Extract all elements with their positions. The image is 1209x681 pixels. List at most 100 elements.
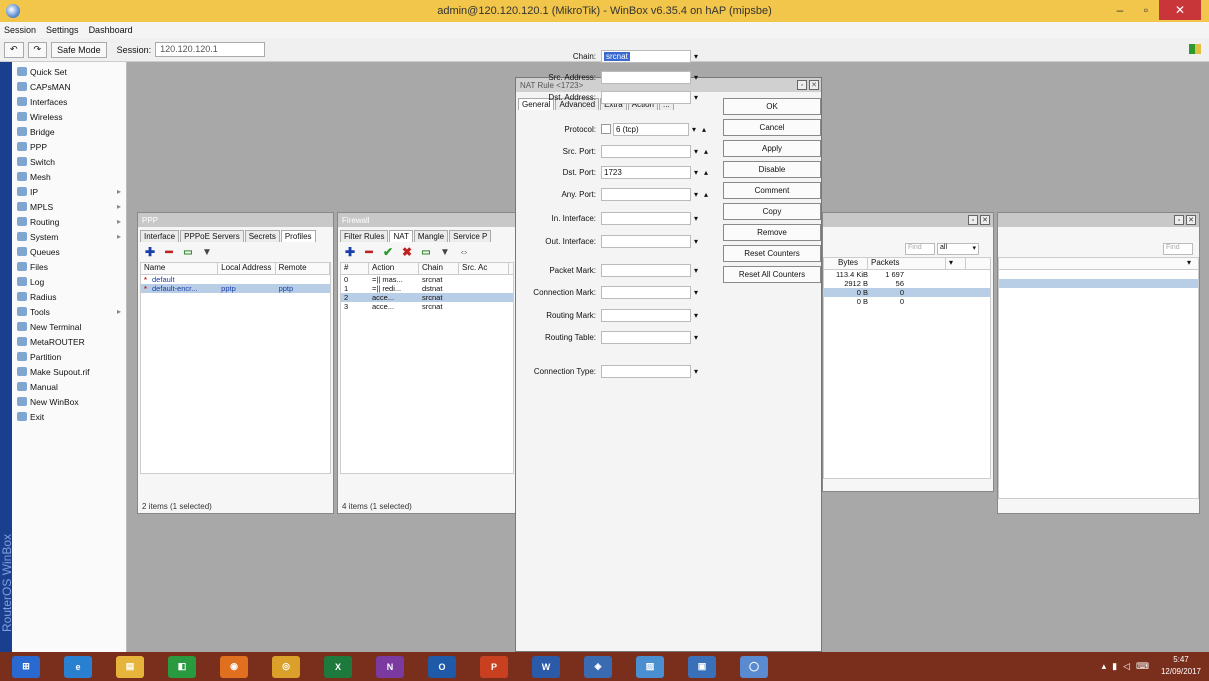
excel-icon[interactable]: X [324,655,352,678]
comment-icon[interactable]: ▭ [418,244,434,260]
table-row[interactable] [999,270,1198,279]
table-row[interactable]: 2 acce... srcnat [341,293,513,302]
filter-icon[interactable]: ▼ [199,244,215,260]
chevron-down-icon[interactable]: ▾ [691,288,701,297]
sidebar-item-queues[interactable]: Queues [12,244,126,259]
chevron-down-icon[interactable]: ▾ [691,333,701,342]
sidebar-item-mesh[interactable]: Mesh [12,169,126,184]
filter-icon[interactable]: ▼ [437,244,453,260]
menu-dashboard[interactable]: Dashboard [89,25,133,35]
chevron-down-icon[interactable]: ▾ [691,237,701,246]
chevron-down-icon[interactable]: ▾ [691,147,701,156]
any-port-field[interactable] [601,187,691,201]
reset-counters-icon[interactable]: ⇔ [456,244,472,260]
close-icon[interactable]: ✕ [980,215,990,225]
find-input[interactable]: Find [1163,243,1193,255]
sidebar-item-ip[interactable]: IP ▸ [12,184,126,199]
powerpoint-icon[interactable]: P [480,655,508,678]
tab-secrets[interactable]: Secrets [244,230,280,242]
table-row[interactable]: * default-encr... pptp pptp [141,284,330,293]
chevron-down-icon[interactable]: ▾ [691,93,701,102]
chevron-down-icon[interactable]: ▾ [691,52,701,61]
col-packets[interactable]: Packets [868,258,946,269]
remote-desktop-icon[interactable]: ▣ [688,655,716,678]
sidebar-item-tools[interactable]: Tools ▸ [12,304,126,319]
remove-button[interactable]: Remove [723,224,821,241]
col-remote[interactable]: Remote [276,263,330,274]
in-interface-field[interactable] [601,211,691,225]
table-row[interactable] [999,279,1198,288]
table-row[interactable]: 1 =|| redi... dstnat [341,284,513,293]
tab-service-ports[interactable]: Service P [449,230,492,242]
photos-icon[interactable]: ▨ [636,655,664,678]
onenote-icon[interactable]: N [376,655,404,678]
routing-table-field[interactable] [601,330,691,344]
restore-icon[interactable]: ▫ [1174,215,1184,225]
session-field[interactable]: 120.120.120.1 [155,42,266,57]
tab-mangle[interactable]: Mangle [413,230,449,242]
sidebar-item-make-supout-rif[interactable]: Make Supout.rif [12,364,126,379]
add-icon[interactable]: ✚ [142,244,158,260]
sidebar-item-bridge[interactable]: Bridge [12,124,126,139]
connection-mark-field[interactable] [601,285,691,299]
col-local-address[interactable]: Local Address [218,263,276,274]
reset-all-counters-button[interactable]: Reset All Counters [723,266,821,283]
filter-select[interactable]: all ▾ [937,243,979,255]
show-hidden-icons-icon[interactable]: ▴ [1102,661,1107,672]
tab-interface[interactable]: Interface [140,230,180,242]
comment-icon[interactable]: ▭ [180,244,196,260]
sidebar-item-ppp[interactable]: PPP [12,139,126,154]
table-row[interactable]: 0 B 0 [824,297,990,306]
tab-nat[interactable]: NAT [389,230,413,242]
sidebar-item-system[interactable]: System ▸ [12,229,126,244]
sidebar-item-mpls[interactable]: MPLS ▸ [12,199,126,214]
protocol-field[interactable]: 6 (tcp) [613,122,689,136]
restore-icon[interactable]: ▫ [797,80,807,90]
tab-profiles[interactable]: Profiles [280,230,316,242]
table-row[interactable]: 0 B 0 [824,288,990,297]
chevron-up-icon[interactable]: ▴ [699,125,709,134]
safe-mode-button[interactable]: Safe Mode [51,41,107,58]
sidebar-item-partition[interactable]: Partition [12,349,126,364]
redo-button[interactable]: ↷ [27,41,48,58]
ok-button[interactable]: OK [723,98,821,115]
sidebar-item-exit[interactable]: Exit [12,409,126,424]
minimize-button[interactable]: – [1107,0,1133,20]
column-dropdown-icon[interactable]: ▾ [1184,258,1198,269]
chevron-down-icon[interactable]: ▾ [691,214,701,223]
taskbar-clock[interactable]: 5:47 12/09/2017 [1161,654,1201,678]
table-row[interactable]: 0 =|| mas... srcnat [341,275,513,284]
close-icon[interactable]: ✕ [1186,215,1196,225]
maximize-button[interactable]: ▫ [1133,0,1159,20]
menu-settings[interactable]: Settings [46,25,79,35]
enable-icon[interactable]: ✔ [380,244,396,260]
store-icon[interactable]: ◧ [168,655,196,678]
table-row[interactable]: 2912 B 56 [824,279,990,288]
firefox-icon[interactable]: ◉ [220,655,248,678]
chevron-down-icon[interactable]: ▾ [691,311,701,320]
sidebar-item-metarouter[interactable]: MetaROUTER [12,334,126,349]
sidebar-item-interfaces[interactable]: Interfaces [12,94,126,109]
winbox-taskbar-icon[interactable]: ◯ [740,655,768,678]
add-icon[interactable]: ✚ [342,244,358,260]
chain-field[interactable]: srcnat [601,49,691,63]
sidebar-item-new-winbox[interactable]: New WinBox [12,394,126,409]
src-address-field[interactable] [601,70,691,84]
cancel-button[interactable]: Cancel [723,119,821,136]
reset-counters-button[interactable]: Reset Counters [723,245,821,262]
table-row[interactable]: 113.4 KiB 1 697 [824,270,990,279]
chevron-up-icon[interactable]: ▴ [701,190,711,199]
src-port-field[interactable] [601,144,691,158]
restore-icon[interactable]: ▫ [968,215,978,225]
sidebar-item-log[interactable]: Log [12,274,126,289]
col-chain[interactable]: Chain [419,263,459,274]
tab-pppoe-servers[interactable]: PPPoE Servers [180,230,244,242]
network-icon[interactable]: ▮ [1112,661,1117,672]
col-bytes[interactable]: Bytes [824,258,868,269]
chevron-down-icon[interactable]: ▾ [691,168,701,177]
chevron-down-icon[interactable]: ▾ [691,190,701,199]
chevron-down-icon[interactable]: ▾ [691,367,701,376]
apply-button[interactable]: Apply [723,140,821,157]
table-row[interactable]: 3 acce... srcnat [341,302,513,311]
connection-type-field[interactable] [601,364,691,378]
